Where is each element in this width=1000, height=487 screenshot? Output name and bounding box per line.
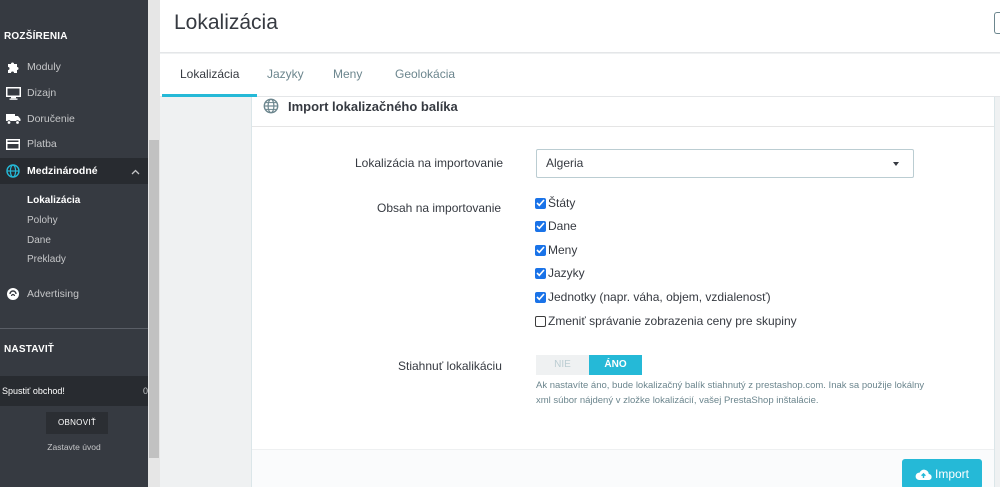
panel-header: Import lokalizačného balíka [252, 97, 994, 127]
stop-tour-link[interactable]: Zastavte úvod [0, 442, 148, 452]
monitor-icon [4, 86, 22, 100]
sidebar-item-international[interactable]: Medzinárodné [0, 158, 148, 184]
page-header: Lokalizácia [160, 0, 1000, 53]
checkbox-languages[interactable]: Jazyky [535, 266, 585, 280]
page-title: Lokalizácia [174, 11, 278, 34]
checkbox-taxes[interactable]: Dane [535, 219, 577, 233]
advertising-icon [4, 287, 22, 301]
launch-shop-label: Spustiť obchod! [2, 386, 65, 396]
checkbox-label: Zmeniť správanie zobrazenia ceny pre sku… [548, 314, 797, 328]
globe-icon [263, 98, 279, 119]
checkbox-checked-icon[interactable] [535, 291, 546, 303]
sidebar: ROZŠÍRENIA Moduly Dizajn Doručenie Platb… [0, 0, 148, 487]
checkbox-checked-icon[interactable] [535, 197, 546, 209]
refresh-button[interactable]: OBNOVIŤ [46, 412, 108, 434]
sidebar-item-shipping[interactable]: Doručenie [0, 106, 148, 132]
localization-select[interactable]: Algeria [536, 149, 914, 178]
switch-option-yes[interactable]: ÁNO [589, 355, 642, 375]
sidebar-subitem-taxes[interactable]: Dane [27, 235, 51, 246]
checkbox-units[interactable]: Jednotky (napr. váha, objem, vzdialenosť… [535, 290, 771, 304]
credit-card-icon [4, 137, 22, 151]
tab-bar: Lokalizácia Jazyky Meny Geolokácia [160, 54, 1000, 97]
globe-icon [4, 164, 22, 178]
checkbox-label: Štáty [548, 196, 576, 210]
sidebar-section-settings: NASTAVIŤ [4, 344, 55, 355]
cloud-upload-icon [915, 469, 932, 480]
caret-down-icon [893, 162, 899, 166]
sidebar-scrollbar-thumb[interactable] [149, 140, 159, 458]
import-button-label: Import [934, 467, 969, 481]
checkbox-label: Jednotky (napr. váha, objem, vzdialenosť… [548, 290, 771, 304]
sidebar-divider [0, 328, 148, 329]
content-label: Obsah na importovanie [377, 201, 502, 215]
checkbox-checked-icon[interactable] [535, 244, 546, 256]
tab-localization[interactable]: Lokalizácia [162, 54, 258, 97]
panel-footer: Import [252, 449, 994, 487]
tab-languages[interactable]: Jazyky [249, 54, 322, 97]
sidebar-subitem-translations[interactable]: Preklady [27, 254, 66, 265]
sidebar-item-label: Doručenie [27, 113, 75, 125]
checkbox-label: Meny [548, 243, 578, 257]
truck-icon [4, 112, 22, 126]
panel-title: Import lokalizačného balíka [288, 99, 458, 114]
import-button[interactable]: Import [902, 459, 982, 487]
puzzle-icon [4, 60, 22, 74]
checkbox-currencies[interactable]: Meny [535, 243, 577, 257]
download-switch[interactable]: NIE ÁNO [536, 355, 642, 375]
checkbox-states[interactable]: Štáty [535, 196, 575, 210]
sidebar-item-label: Moduly [27, 61, 61, 73]
switch-option-no[interactable]: NIE [536, 355, 589, 375]
sidebar-item-label: Medzinárodné [27, 165, 98, 177]
chevron-up-icon [131, 166, 140, 178]
header-action-button-edge[interactable] [994, 12, 1000, 34]
sidebar-section-extensions: ROZŠÍRENIA [4, 31, 68, 42]
checkbox-label: Dane [548, 219, 577, 233]
checkbox-group-price-display[interactable]: Zmeniť správanie zobrazenia ceny pre sku… [535, 314, 797, 328]
tab-currencies[interactable]: Meny [315, 54, 380, 97]
import-localization-panel: Import lokalizačného balíka Lokalizácia … [251, 97, 995, 487]
help-text: Ak nastavíte áno, bude lokalizačný balík… [536, 380, 925, 406]
tab-geolocation[interactable]: Geolokácia [377, 54, 473, 97]
checkbox-unchecked-icon[interactable] [535, 315, 546, 327]
checkbox-checked-icon[interactable] [535, 267, 546, 279]
sidebar-item-payment[interactable]: Platba [0, 131, 148, 157]
sidebar-item-advertising[interactable]: Advertising [0, 281, 148, 307]
sidebar-item-design[interactable]: Dizajn [0, 80, 148, 106]
sidebar-item-modules[interactable]: Moduly [0, 54, 148, 80]
sidebar-item-label: Advertising [27, 288, 79, 300]
sidebar-subitem-localization[interactable]: Lokalizácia [27, 195, 80, 206]
checkbox-label: Jazyky [548, 266, 585, 280]
sidebar-subitem-locations[interactable]: Polohy [27, 215, 58, 226]
sidebar-item-label: Dizajn [27, 87, 57, 99]
localization-label: Lokalizácia na importovanie [355, 156, 504, 170]
localization-select-value: Algeria [546, 156, 584, 170]
download-label: Stiahnuť lokalikáciu [398, 359, 502, 373]
launch-shop-bar[interactable]: Spustiť obchod! 0 [0, 376, 148, 406]
checkbox-checked-icon[interactable] [535, 220, 546, 232]
sidebar-item-label: Platba [27, 138, 57, 150]
